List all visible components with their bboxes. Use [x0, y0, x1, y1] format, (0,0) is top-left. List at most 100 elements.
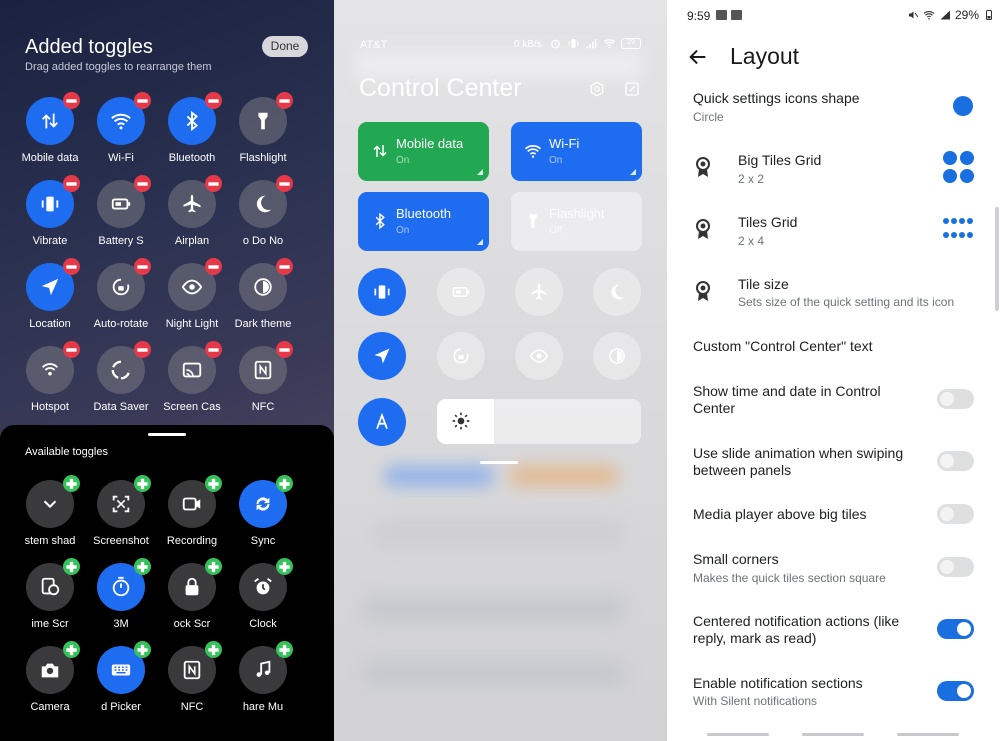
big-tile-wi-fi[interactable]: Wi-Fi On: [511, 122, 642, 181]
remove-icon[interactable]: [63, 341, 80, 358]
remove-icon[interactable]: [276, 175, 293, 192]
toggle-button[interactable]: [239, 641, 293, 694]
added-toggle[interactable]: Data Saver: [85, 341, 157, 413]
big-tile-mobile-data[interactable]: Mobile data On: [358, 122, 489, 181]
remove-icon[interactable]: [63, 92, 80, 109]
auto-rotate-toggle[interactable]: [437, 332, 485, 380]
available-toggle[interactable]: ock Scr: [156, 558, 228, 630]
location-toggle[interactable]: [358, 332, 406, 380]
added-toggle[interactable]: Night Light: [156, 258, 228, 330]
toggle-switch[interactable]: [937, 389, 974, 409]
toggle-button[interactable]: [239, 558, 293, 611]
night-light-toggle[interactable]: [515, 332, 563, 380]
do-not-disturb-toggle[interactable]: [593, 268, 641, 316]
added-toggle[interactable]: Hotspot: [14, 341, 86, 413]
add-icon[interactable]: [276, 641, 293, 658]
remove-icon[interactable]: [205, 175, 222, 192]
done-button[interactable]: Done: [262, 36, 308, 57]
toggle-button[interactable]: [168, 258, 222, 311]
added-toggle[interactable]: Mobile data: [14, 92, 86, 164]
add-icon[interactable]: [276, 558, 293, 575]
toggle-switch[interactable]: [937, 681, 974, 701]
add-icon[interactable]: [134, 475, 151, 492]
remove-icon[interactable]: [276, 341, 293, 358]
available-toggle[interactable]: Camera: [14, 641, 86, 713]
available-toggle[interactable]: Sync: [227, 475, 299, 547]
remove-icon[interactable]: [63, 175, 80, 192]
added-toggle[interactable]: Vibrate: [14, 175, 86, 247]
airplane-toggle[interactable]: [515, 268, 563, 316]
toggle-button[interactable]: [97, 258, 151, 311]
toggle-button[interactable]: [168, 475, 222, 528]
added-toggle[interactable]: Location: [14, 258, 86, 330]
toggle-button[interactable]: [168, 641, 222, 694]
home-indicator[interactable]: [480, 461, 518, 464]
added-toggle[interactable]: Bluetooth: [156, 92, 228, 164]
expand-corner-icon[interactable]: [630, 169, 636, 175]
added-toggle[interactable]: NFC: [227, 341, 299, 413]
toggle-button[interactable]: [97, 341, 151, 394]
remove-icon[interactable]: [276, 258, 293, 275]
remove-icon[interactable]: [276, 92, 293, 109]
available-toggle[interactable]: Recording: [156, 475, 228, 547]
toggle-button[interactable]: [26, 475, 80, 528]
available-toggle[interactable]: 3M: [85, 558, 157, 630]
scrollbar[interactable]: [995, 207, 999, 311]
added-toggle[interactable]: o Do No: [227, 175, 299, 247]
add-icon[interactable]: [134, 558, 151, 575]
battery-saver-toggle[interactable]: [437, 268, 485, 316]
toggle-button[interactable]: [26, 558, 80, 611]
add-icon[interactable]: [205, 558, 222, 575]
dark-theme-toggle[interactable]: [593, 332, 641, 380]
toggle-switch[interactable]: [937, 504, 974, 524]
toggle-button[interactable]: [168, 92, 222, 145]
added-toggle[interactable]: Auto-rotate: [85, 258, 157, 330]
available-toggle[interactable]: stem shad: [14, 475, 86, 547]
remove-icon[interactable]: [63, 258, 80, 275]
remove-icon[interactable]: [205, 92, 222, 109]
toggle-button[interactable]: [97, 475, 151, 528]
back-arrow-icon[interactable]: [687, 46, 709, 68]
remove-icon[interactable]: [205, 341, 222, 358]
toggle-button[interactable]: [26, 92, 80, 145]
toggle-button[interactable]: [26, 175, 80, 228]
expand-corner-icon[interactable]: [477, 169, 483, 175]
available-toggle[interactable]: NFC: [156, 641, 228, 713]
vibrate-toggle[interactable]: [358, 268, 406, 316]
toggle-button[interactable]: [239, 175, 293, 228]
add-icon[interactable]: [63, 558, 80, 575]
toggle-button[interactable]: [168, 175, 222, 228]
expand-corner-icon[interactable]: [477, 239, 483, 245]
added-toggle[interactable]: Airplan: [156, 175, 228, 247]
big-tile-flashlight[interactable]: Flashlight Off: [511, 192, 642, 251]
add-icon[interactable]: [63, 475, 80, 492]
available-toggle[interactable]: hare Mu: [227, 641, 299, 713]
available-toggle[interactable]: d Picker: [85, 641, 157, 713]
toggle-switch[interactable]: [937, 557, 974, 577]
remove-icon[interactable]: [134, 258, 151, 275]
toggle-button[interactable]: [26, 258, 80, 311]
add-icon[interactable]: [134, 641, 151, 658]
add-icon[interactable]: [205, 475, 222, 492]
added-toggle[interactable]: Dark theme: [227, 258, 299, 330]
brightness-slider[interactable]: [437, 399, 641, 444]
toggle-switch[interactable]: [937, 619, 974, 639]
toggle-button[interactable]: [168, 558, 222, 611]
remove-icon[interactable]: [134, 175, 151, 192]
toggle-button[interactable]: [239, 475, 293, 528]
toggle-button[interactable]: [239, 92, 293, 145]
add-icon[interactable]: [205, 641, 222, 658]
toggle-button[interactable]: [97, 175, 151, 228]
big-tile-bluetooth[interactable]: Bluetooth On: [358, 192, 489, 251]
toggle-button[interactable]: [97, 641, 151, 694]
add-icon[interactable]: [63, 641, 80, 658]
added-toggle[interactable]: Battery S: [85, 175, 157, 247]
toggle-button[interactable]: [168, 341, 222, 394]
edit-icon[interactable]: [623, 80, 641, 98]
added-toggle[interactable]: Wi-Fi: [85, 92, 157, 164]
added-toggle[interactable]: Screen Cas: [156, 341, 228, 413]
toggle-button[interactable]: [26, 641, 80, 694]
toggle-button[interactable]: [97, 92, 151, 145]
toggle-button[interactable]: [239, 258, 293, 311]
toggle-button[interactable]: [97, 558, 151, 611]
